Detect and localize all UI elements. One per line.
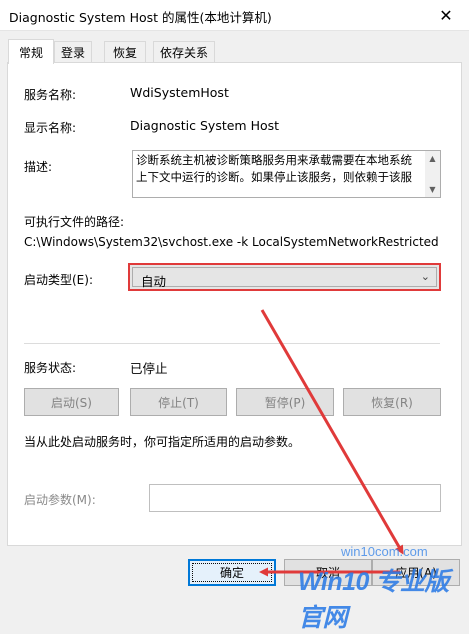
description-text: 诊断系统主机被诊断策略服务用来承载需要在本地系统上下文中运行的诊断。如果停止该服… — [136, 153, 412, 184]
general-panel: 服务名称: WdiSystemHost 显示名称: Diagnostic Sys… — [7, 62, 462, 546]
chevron-down-icon: ⌄ — [420, 270, 430, 283]
description-scrollbar[interactable]: ▲ ▼ — [425, 151, 440, 197]
watermark-site: win10com.com — [341, 544, 428, 559]
tab-recovery[interactable]: 恢复 — [104, 41, 146, 63]
ok-label: 确定 — [219, 566, 244, 580]
start-params-hint: 当从此处启动服务时，你可指定所适用的启动参数。 — [24, 435, 301, 449]
start-params-input[interactable] — [149, 484, 441, 512]
service-status-value: 已停止 — [130, 361, 168, 376]
startup-type-box: 自动 ⌄ — [132, 267, 437, 289]
description-box[interactable]: 诊断系统主机被诊断策略服务用来承载需要在本地系统上下文中运行的诊断。如果停止该服… — [132, 150, 441, 198]
tab-general[interactable]: 常规 — [8, 39, 54, 64]
service-name-label: 服务名称: — [24, 88, 77, 102]
tab-dependencies[interactable]: 依存关系 — [153, 41, 215, 63]
window-title: Diagnostic System Host 的属性(本地计算机) — [9, 10, 272, 25]
startup-type-value: 自动 — [141, 274, 167, 289]
display-name-value: Diagnostic System Host — [130, 118, 280, 133]
close-icon[interactable]: ✕ — [423, 0, 469, 31]
resume-button[interactable]: 恢复(R) — [343, 388, 441, 416]
stop-button[interactable]: 停止(T) — [130, 388, 227, 416]
exe-path-label: 可执行文件的路径: — [24, 215, 125, 229]
service-name-value: WdiSystemHost — [130, 85, 229, 100]
service-status-label: 服务状态: — [24, 361, 77, 375]
tab-logon[interactable]: 登录 — [54, 41, 92, 63]
start-button[interactable]: 启动(S) — [24, 388, 119, 416]
title-bar: Diagnostic System Host 的属性(本地计算机) ✕ — [0, 0, 469, 31]
exe-path-value: C:\Windows\System32\svchost.exe -k Local… — [24, 235, 439, 249]
watermark-brand: Win10 专业版官网 — [298, 568, 449, 632]
pause-button[interactable]: 暂停(P) — [236, 388, 334, 416]
scroll-up-icon[interactable]: ▲ — [425, 151, 440, 166]
display-name-label: 显示名称: — [24, 121, 77, 135]
divider — [24, 343, 440, 344]
startup-type-select[interactable]: 自动 ⌄ — [128, 263, 441, 291]
ok-button[interactable]: 确定 — [188, 559, 276, 586]
startup-type-label: 启动类型(E): — [24, 273, 93, 287]
description-label: 描述: — [24, 160, 53, 174]
scroll-down-icon[interactable]: ▼ — [425, 182, 440, 197]
start-params-label: 启动参数(M): — [24, 493, 96, 507]
